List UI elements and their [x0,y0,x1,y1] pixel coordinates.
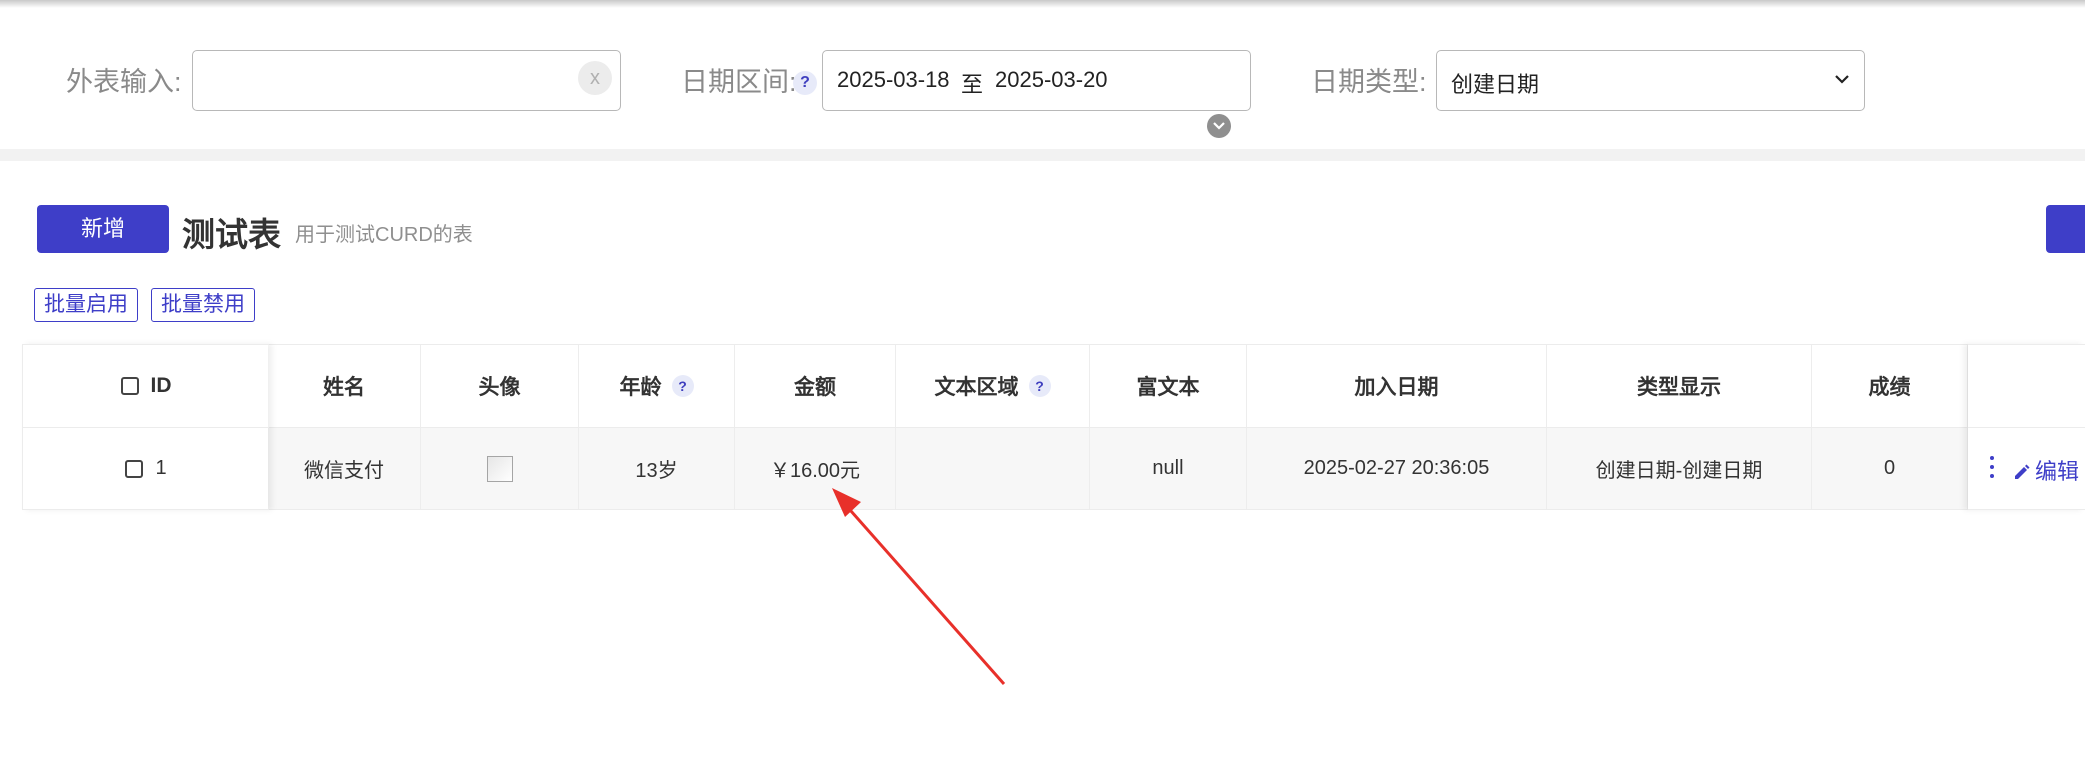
header-join-date: 加入日期 [1247,345,1547,427]
cell-name: 微信支付 [268,428,421,509]
date-type-select[interactable]: 创建日期 [1436,50,1865,111]
header-avatar: 头像 [421,345,579,427]
header-name: 姓名 [268,345,421,427]
date-end: 2025-03-20 [995,67,1108,92]
header-textarea-label: 文本区域 [934,376,1019,399]
date-range-input[interactable]: 2025-03-18 至 2025-03-20 [822,50,1251,111]
cell-type-display: 创建日期-创建日期 [1547,428,1812,509]
cell-id: 1 [23,428,269,510]
cell-id-value: 1 [155,457,167,479]
toolbar-right-button[interactable] [2046,205,2085,253]
cell-join-date: 2025-02-27 20:36:05 [1247,428,1547,509]
add-button[interactable]: 新增 [37,205,169,253]
foreign-input[interactable]: x [192,50,621,111]
table-title: 测试表 [182,216,281,253]
edit-button[interactable]: 编辑 [2012,454,2079,486]
header-age-label: 年龄 [619,376,662,399]
cell-amount: ￥16.00元 [735,428,896,509]
avatar-image-icon [486,455,513,482]
cell-richtext: null [1090,428,1247,509]
date-type-value: 创建日期 [1451,72,1540,97]
fixed-id-column: ID 1 [22,344,269,510]
help-icon[interactable]: ? [671,375,694,397]
data-table: 姓名 头像 年龄 ? 金额 文本区域 ? 富文本 加入日期 类型显示 成绩 微信… [22,344,2085,510]
date-type-label: 日期类型: [1311,67,1427,97]
edit-label: 编辑 [2035,459,2080,484]
table-row[interactable]: 微信支付 13岁 ￥16.00元 null 2025-02-27 20:36:0… [22,428,2085,510]
row-checkbox[interactable] [125,459,144,478]
batch-disable-button[interactable]: 批量禁用 [151,288,255,322]
batch-enable-button[interactable]: 批量启用 [34,288,138,322]
date-dropdown-icon[interactable] [1207,114,1231,138]
cell-actions: 编辑 [1968,428,2085,510]
date-range-label: 日期区间: [681,67,797,97]
chevron-down-icon [1835,75,1849,84]
cell-avatar [421,428,579,509]
header-age: 年龄 ? [579,345,735,427]
date-separator: 至 [961,72,984,97]
more-icon[interactable] [1990,456,1996,482]
cell-age: 13岁 [579,428,735,509]
header-type-display: 类型显示 [1547,345,1812,427]
top-shadow [0,0,2085,8]
header-id: ID [23,344,269,428]
cell-textarea [896,428,1090,509]
date-start: 2025-03-18 [837,67,950,92]
header-score: 成绩 [1812,345,1968,427]
fixed-action-column: 编辑 [1968,344,2085,510]
help-icon[interactable]: ? [793,71,817,95]
pencil-icon [2015,464,2030,479]
cell-score: 0 [1812,428,1968,509]
clear-icon[interactable]: x [578,61,612,95]
header-amount: 金额 [735,345,896,427]
table-description: 用于测试CURD的表 [295,224,473,246]
header-textarea: 文本区域 ? [896,345,1090,427]
select-all-checkbox[interactable] [120,377,139,395]
header-actions [1968,344,2085,428]
section-divider [0,149,2085,161]
header-richtext: 富文本 [1090,345,1247,427]
help-icon[interactable]: ? [1028,375,1051,397]
foreign-input-label: 外表输入: [66,67,182,97]
header-id-label: ID [150,374,172,397]
table-header: 姓名 头像 年龄 ? 金额 文本区域 ? 富文本 加入日期 类型显示 成绩 [22,344,2085,428]
